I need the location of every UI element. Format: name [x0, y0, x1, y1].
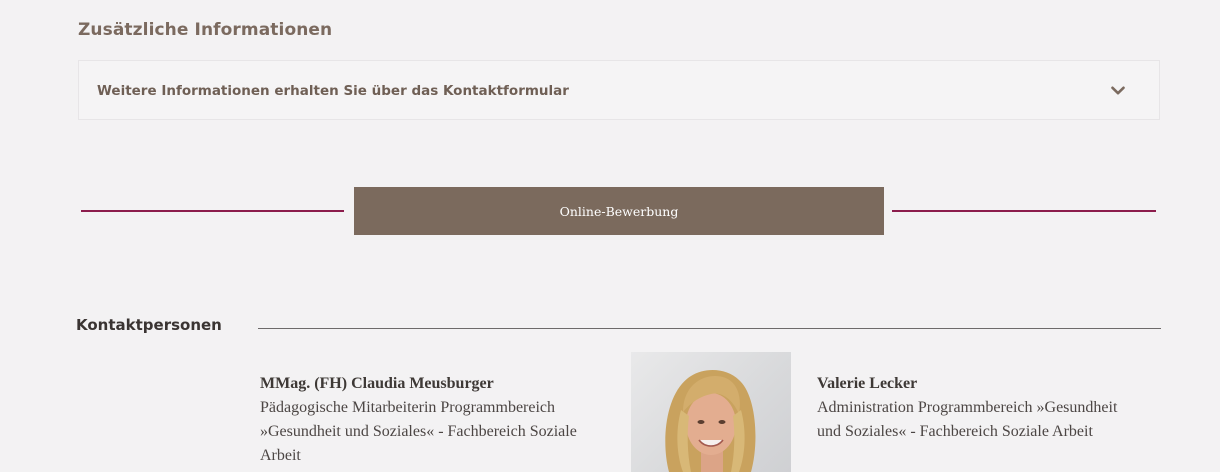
chevron-down-icon[interactable]: [1111, 86, 1125, 96]
contact-name: MMag. (FH) Claudia Meusburger: [260, 375, 494, 392]
divider-line-right: [892, 210, 1156, 212]
contact-card-meusburger: MMag. (FH) Claudia Meusburger Pädagogisc…: [260, 372, 620, 468]
contacts-heading-rule: [258, 328, 1161, 329]
contact-photo: [631, 352, 791, 472]
person-portrait-icon: [665, 370, 756, 472]
contact-name: Valerie Lecker: [817, 375, 918, 392]
contact-role: Administration Programmbereich »Gesundhe…: [817, 399, 1118, 440]
accordion-contact-info[interactable]: Weitere Informationen erhalten Sie über …: [78, 60, 1160, 120]
divider-line-left: [81, 210, 344, 212]
online-application-button[interactable]: Online-Bewerbung: [354, 187, 884, 235]
accordion-label: Weitere Informationen erhalten Sie über …: [97, 83, 569, 99]
contacts-heading: Kontaktpersonen: [76, 316, 222, 334]
contact-role: Pädagogische Mitarbeiterin Programmberei…: [260, 399, 577, 464]
section-title-additional-info: Zusätzliche Informationen: [78, 20, 333, 40]
contact-card-lecker: Valerie Lecker Administration Programmbe…: [817, 372, 1137, 444]
